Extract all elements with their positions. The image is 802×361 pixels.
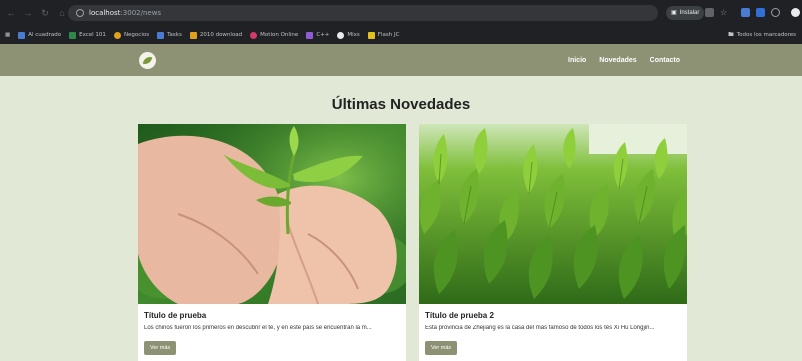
bookmark-label: Negocios [123, 32, 150, 38]
bookmark-item[interactable]: Motion Online [250, 31, 299, 39]
ver-mas-button[interactable]: Ver más [425, 341, 458, 355]
bookmark-favicon [367, 31, 375, 39]
address-bar[interactable]: localhost :3002/news [68, 5, 658, 21]
bookmark-label: Al cuadrado [28, 32, 62, 38]
card-text: Los chinos fueron los primeros en descub… [144, 325, 372, 331]
bookmark-favicon [69, 31, 77, 39]
bookmark-favicon [250, 31, 258, 39]
read-aloud-icon[interactable] [705, 8, 714, 17]
extension-icon-2[interactable] [756, 8, 765, 17]
install-icon: ▣ [671, 10, 677, 16]
page-title: Últimas Novedades [331, 96, 471, 113]
bookmark-favicon [157, 31, 165, 39]
tea-leaf-icon [142, 55, 153, 66]
bookmark-label: 2010 download [199, 32, 243, 38]
bookmark-star-icon[interactable]: ☆ [720, 8, 729, 17]
news-card: Título de prueba 2 Esta provincia de Zhe… [419, 124, 687, 361]
nav-link-inicio[interactable]: Inicio [568, 57, 586, 64]
site-logo[interactable] [139, 52, 156, 69]
bookmark-item[interactable]: Flash JC [367, 31, 400, 39]
extensions-puzzle-icon[interactable] [771, 8, 780, 17]
bookmark-favicon [113, 31, 121, 39]
profile-avatar[interactable] [791, 8, 800, 17]
bookmark-item[interactable]: 2010 download [189, 31, 243, 39]
bookmark-label: Tasks [167, 32, 182, 38]
bookmark-favicon [306, 31, 314, 39]
bookmark-item[interactable]: Al cuadrado [18, 31, 62, 39]
extension-icon-1[interactable] [741, 8, 750, 17]
bookmark-label: C++ [316, 32, 330, 38]
all-bookmarks-folder[interactable]: 🖿 Todos los marcadores [728, 27, 796, 43]
nav-link-novedades[interactable]: Novedades [599, 57, 636, 64]
apps-grid-icon[interactable]: ▦ [5, 32, 10, 38]
card-image-tea-plantation [419, 124, 687, 304]
browser-chrome: ← → ↻ ⌂ localhost :3002/news ▣ Instalar … [0, 0, 802, 44]
bookmark-item[interactable]: Excel 101 [69, 31, 106, 39]
bookmark-item[interactable]: Tasks [157, 31, 182, 39]
home-icon[interactable]: ⌂ [56, 7, 68, 19]
bookmark-label: Flash JC [377, 32, 400, 38]
forward-icon[interactable]: → [22, 7, 34, 19]
card-title: Título de prueba 2 [425, 311, 494, 320]
ver-mas-button[interactable]: Ver más [144, 341, 177, 355]
bookmark-favicon [189, 31, 197, 39]
url-host: localhost [89, 9, 121, 17]
bookmark-label: Motion Online [260, 32, 299, 38]
nav-link-contacto[interactable]: Contacto [650, 57, 680, 64]
all-bookmarks-label: Todos los marcadores [736, 32, 796, 38]
bookmark-label: Excel 101 [79, 32, 106, 38]
bookmark-label: Mixs [347, 32, 360, 38]
url-path: :3002/news [120, 9, 162, 17]
install-button[interactable]: ▣ Instalar [666, 6, 705, 20]
install-label: Instalar [679, 10, 700, 16]
bookmark-favicon [337, 31, 345, 39]
back-icon[interactable]: ← [5, 7, 17, 19]
nav-links: Inicio Novedades Contacto [568, 44, 680, 76]
card-image-hands-tea-sprout [138, 124, 406, 304]
news-card: Título de prueba Los chinos fueron los p… [138, 124, 406, 361]
bookmark-item[interactable]: Negocios [113, 31, 150, 39]
bookmark-item[interactable]: Mixs [337, 31, 360, 39]
site-info-icon[interactable] [76, 9, 84, 17]
bookmark-favicon [18, 31, 26, 39]
bookmark-item[interactable]: C++ [306, 31, 330, 39]
bookmarks-bar: ▦ Al cuadrado Excel 101 Negocios Tasks 2… [0, 27, 802, 43]
card-title: Título de prueba [144, 311, 207, 320]
reload-icon[interactable]: ↻ [39, 7, 51, 19]
card-text: Esta provincia de Zhejiang es la casa de… [425, 325, 655, 331]
site-navbar: Inicio Novedades Contacto [0, 44, 802, 76]
folder-icon: 🖿 [728, 31, 734, 38]
